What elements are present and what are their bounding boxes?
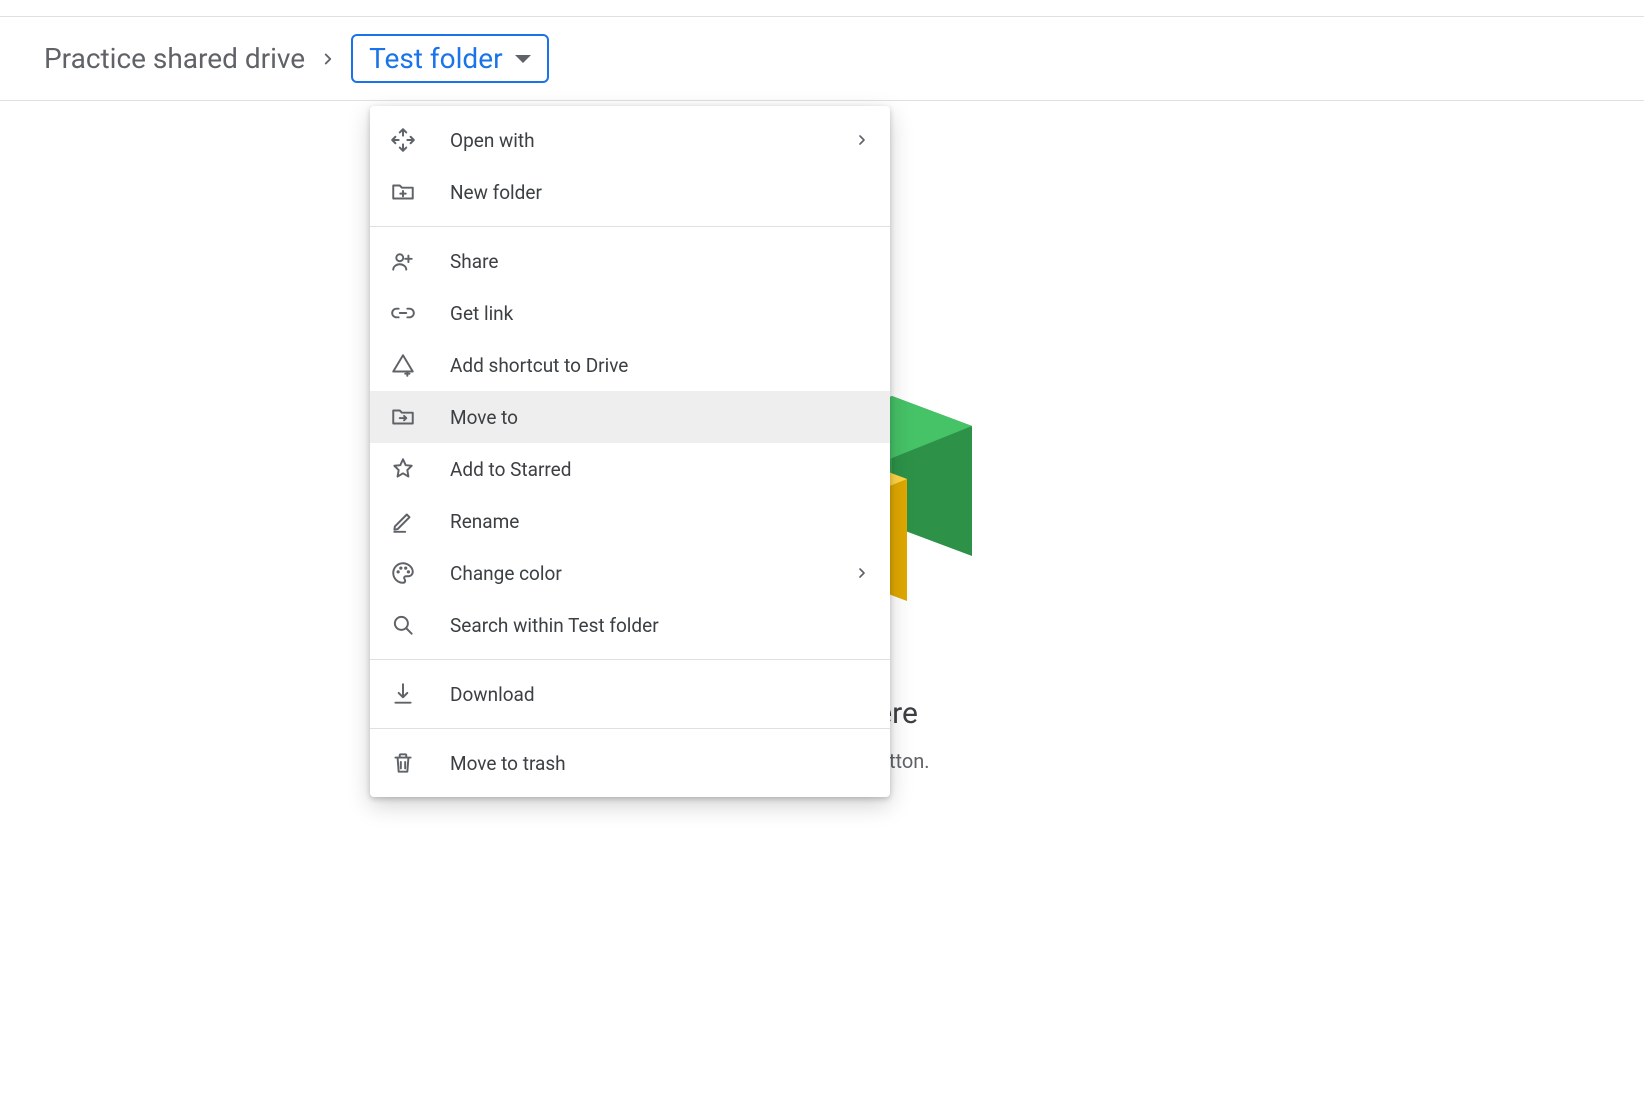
menu-item-label: Move to	[450, 406, 870, 429]
breadcrumb: Practice shared drive Test folder	[0, 16, 1644, 101]
star-icon	[390, 456, 416, 482]
menu-item-download[interactable]: Download	[370, 668, 890, 720]
folder-context-menu: Open with New folder Share Get link Add …	[370, 106, 890, 797]
menu-item-label: Add to Starred	[450, 458, 870, 481]
menu-item-label: Move to trash	[450, 752, 870, 775]
breadcrumb-current-folder[interactable]: Test folder	[351, 34, 548, 83]
menu-item-label: Search within Test folder	[450, 614, 870, 637]
menu-item-new-folder[interactable]: New folder	[370, 166, 890, 218]
menu-item-label: Get link	[450, 302, 870, 325]
palette-icon	[390, 560, 416, 586]
caret-down-icon	[515, 55, 531, 63]
open-with-icon	[390, 127, 416, 153]
search-icon	[390, 612, 416, 638]
menu-item-label: Open with	[450, 129, 854, 152]
menu-divider	[370, 659, 890, 660]
menu-item-move-to-trash[interactable]: Move to trash	[370, 737, 890, 789]
breadcrumb-root[interactable]: Practice shared drive	[44, 42, 305, 75]
rename-icon	[390, 508, 416, 534]
menu-item-label: Add shortcut to Drive	[450, 354, 870, 377]
menu-item-add-shortcut[interactable]: Add shortcut to Drive	[370, 339, 890, 391]
chevron-right-icon	[854, 565, 870, 581]
breadcrumb-current-label: Test folder	[369, 42, 502, 75]
share-icon	[390, 248, 416, 274]
menu-item-get-link[interactable]: Get link	[370, 287, 890, 339]
menu-item-label: New folder	[450, 181, 870, 204]
new-folder-icon	[390, 179, 416, 205]
menu-divider	[370, 728, 890, 729]
chevron-right-icon	[319, 50, 337, 68]
menu-item-move-to[interactable]: Move to	[370, 391, 890, 443]
menu-item-add-starred[interactable]: Add to Starred	[370, 443, 890, 495]
menu-item-search-within[interactable]: Search within Test folder	[370, 599, 890, 651]
link-icon	[390, 300, 416, 326]
menu-item-rename[interactable]: Rename	[370, 495, 890, 547]
move-to-icon	[390, 404, 416, 430]
menu-divider	[370, 226, 890, 227]
chevron-right-icon	[854, 132, 870, 148]
menu-item-label: Rename	[450, 510, 870, 533]
add-shortcut-icon	[390, 352, 416, 378]
menu-item-share[interactable]: Share	[370, 235, 890, 287]
menu-item-change-color[interactable]: Change color	[370, 547, 890, 599]
menu-item-label: Download	[450, 683, 870, 706]
menu-item-open-with[interactable]: Open with	[370, 114, 890, 166]
menu-item-label: Change color	[450, 562, 854, 585]
menu-item-label: Share	[450, 250, 870, 273]
trash-icon	[390, 750, 416, 776]
download-icon	[390, 681, 416, 707]
